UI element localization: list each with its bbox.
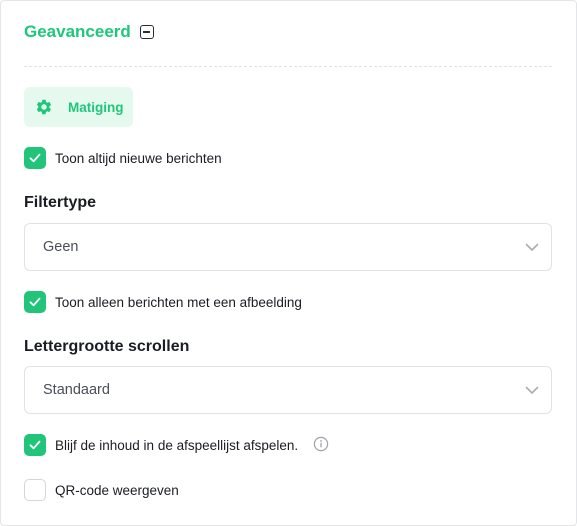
checkbox-show-qr[interactable] [24, 479, 46, 501]
chevron-down-icon [525, 386, 539, 394]
gear-icon [35, 98, 53, 116]
option-label: Toon altijd nieuwe berichten [55, 150, 222, 166]
select-value: Geen [43, 239, 79, 255]
checkbox-keep-playing[interactable] [24, 434, 46, 456]
option-label: Toon alleen berichten met een afbeelding [55, 294, 302, 310]
divider [24, 66, 552, 67]
font-size-scroll-label: Lettergrootte scrollen [24, 338, 190, 355]
collapse-button[interactable] [139, 25, 154, 39]
chevron-down-icon [525, 243, 539, 251]
option-label: Blijf de inhoud in de afspeellijst afspe… [55, 437, 299, 453]
font-size-scroll-select[interactable]: Standaard [24, 366, 552, 414]
check-icon [29, 440, 41, 450]
filter-type-label: Filtertype [24, 194, 97, 211]
tab-label: Matiging [68, 99, 124, 115]
tab-matiging[interactable]: Matiging [24, 87, 133, 127]
section-header: Geavanceerd [24, 22, 154, 42]
check-icon [29, 153, 41, 163]
option-always-show-new: Toon altijd nieuwe berichten [24, 147, 222, 169]
section-title: Geavanceerd [24, 22, 131, 41]
filter-type-select[interactable]: Geen [24, 223, 552, 271]
option-keep-playing: Blijf de inhoud in de afspeellijst afspe… [24, 434, 298, 456]
option-label: QR-code weergeven [55, 482, 179, 498]
check-icon [29, 297, 41, 307]
info-icon[interactable] [313, 436, 329, 452]
minus-icon [143, 31, 151, 33]
checkbox-only-with-image[interactable] [24, 291, 46, 313]
checkbox-always-show-new[interactable] [24, 147, 46, 169]
option-show-qr: QR-code weergeven [24, 479, 179, 501]
select-value: Standaard [43, 382, 110, 398]
option-only-with-image: Toon alleen berichten met een afbeelding [24, 291, 302, 313]
settings-panel: Geavanceerd Matiging Toon altijd nieuwe … [0, 0, 577, 526]
